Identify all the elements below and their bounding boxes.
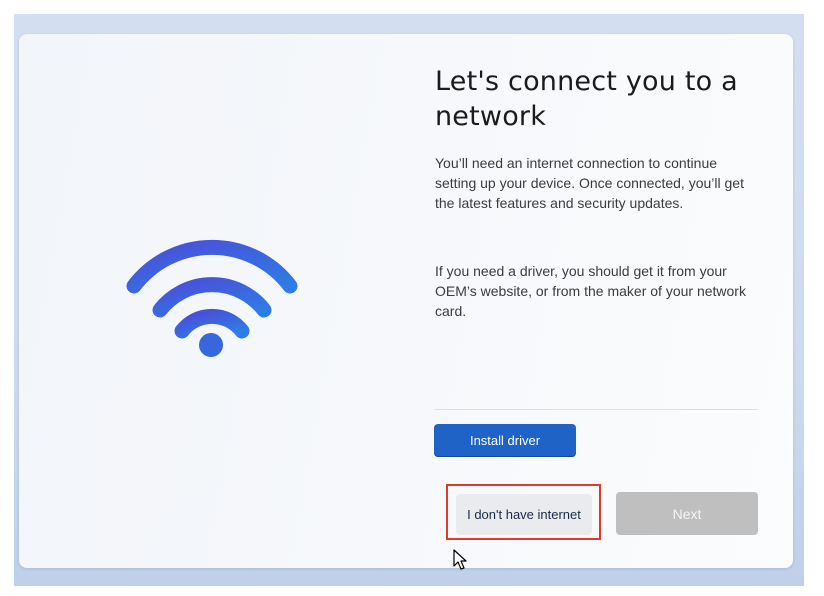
install-driver-button[interactable]: Install driver	[434, 424, 576, 457]
page-title: Let's connect you to a network	[435, 66, 738, 132]
description-paragraph: You’ll need an internet connection to co…	[435, 155, 744, 211]
mouse-cursor-icon	[453, 549, 467, 570]
divider	[434, 409, 758, 410]
content-panel: Let's connect you to a network	[435, 64, 760, 134]
next-button[interactable]: Next	[616, 492, 758, 535]
no-internet-button[interactable]: I don't have internet	[456, 494, 592, 535]
driver-paragraph: If you need a driver, you should get it …	[435, 263, 746, 319]
wifi-icon	[126, 239, 298, 357]
